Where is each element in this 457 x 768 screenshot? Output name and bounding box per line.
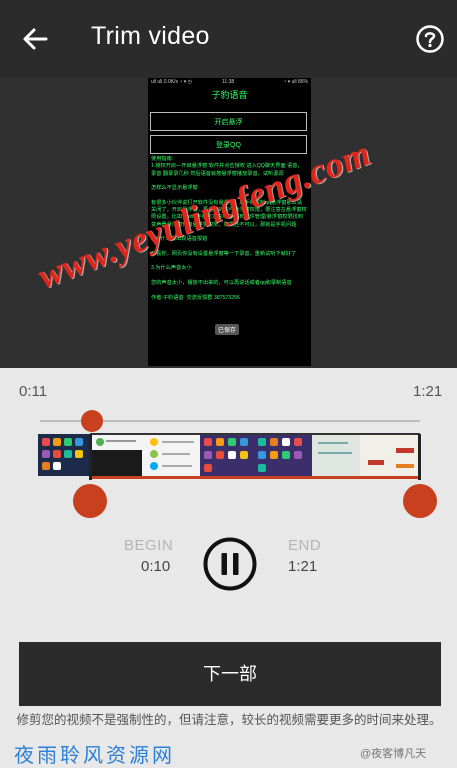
arrow-back-icon[interactable] (18, 24, 52, 54)
brand-watermark: 夜雨聆风资源网 (14, 743, 175, 767)
trim-range-line (90, 476, 420, 479)
begin-handle-bar[interactable] (89, 434, 92, 480)
preview-toast: 已保存 (215, 324, 240, 335)
current-time: 0:11 (19, 383, 48, 400)
help-circle-icon[interactable] (415, 24, 445, 54)
preview-qq-button: 登录QQ (150, 135, 307, 154)
pause-button[interactable] (203, 537, 257, 591)
thumbnail-frame (90, 434, 200, 476)
end-label: END (288, 537, 322, 554)
thumbnail-frame (38, 434, 90, 476)
weibo-watermark: @夜客博凡天 (360, 748, 427, 760)
app-bar: Trim video (0, 0, 457, 78)
begin-label: BEGIN (124, 537, 174, 554)
trim-range-top (90, 433, 420, 435)
duration: 1:21 (413, 383, 443, 400)
page-title: Trim video (91, 22, 210, 50)
preview-open-button: 开启悬浮 (150, 112, 307, 131)
seek-thumb[interactable] (80, 410, 103, 432)
next-button[interactable]: 下一部 (19, 642, 441, 706)
pause-circle-icon (203, 537, 257, 591)
thumbnail-frame (200, 434, 312, 476)
trim-note: 修剪您的视频不是强制性的，但请注意，较长的视频需要更多的时间来处理。 (16, 713, 442, 727)
begin-handle[interactable] (73, 484, 107, 518)
video-preview[interactable]: ull ull 0.0K/s ◔ ▾ ◷ 11:38 ◔ ▾ ull 86% 子… (0, 78, 457, 368)
begin-value: 0:10 (141, 558, 171, 575)
preview-app-title: 子豹语音 (211, 90, 248, 100)
thumbnail-frame (312, 434, 422, 476)
status-right: ◔ ▾ ull 86% (283, 79, 308, 85)
phone-status-bar: ull ull 0.0K/s ◔ ▾ ◷ 11:38 ◔ ▾ ull 86% (148, 78, 311, 86)
status-time: 11:38 (222, 79, 235, 85)
status-left: ull ull 0.0K/s ◔ ▾ ◷ (151, 79, 193, 85)
end-handle-bar[interactable] (418, 434, 421, 480)
end-value: 1:21 (288, 558, 318, 575)
filmstrip[interactable] (38, 434, 422, 476)
end-handle[interactable] (403, 484, 437, 518)
